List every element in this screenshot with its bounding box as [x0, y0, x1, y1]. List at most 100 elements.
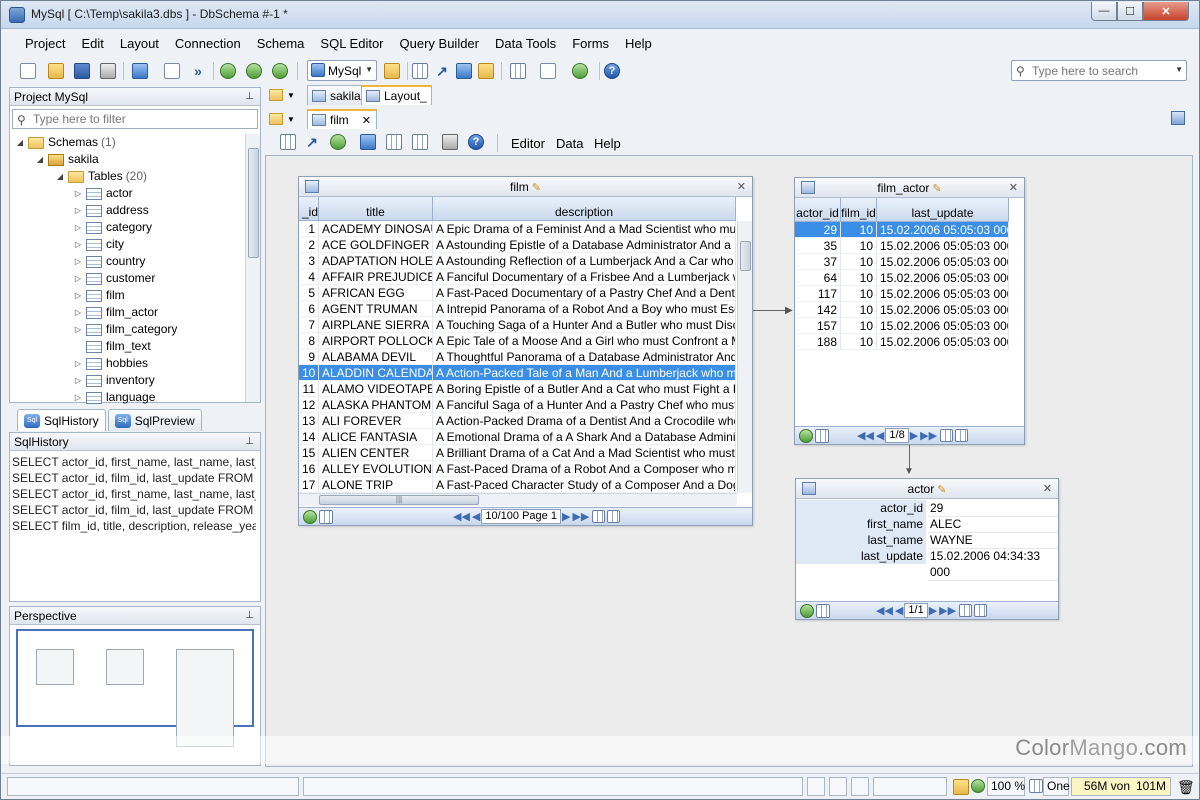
column-header-film-id[interactable]: film_id: [841, 198, 877, 222]
table-cell[interactable]: ALICE FANTASIA: [319, 429, 433, 445]
table-cell[interactable]: 117: [795, 286, 841, 302]
trash-icon[interactable]: 🗑: [1177, 779, 1195, 796]
film-grid-scrollbar[interactable]: [737, 221, 752, 493]
numbering-button[interactable]: [161, 60, 183, 82]
table-cell[interactable]: 14: [299, 429, 319, 445]
table-cell[interactable]: 8: [299, 333, 319, 349]
editor-table-button[interactable]: [277, 131, 299, 153]
first-page-icon[interactable]: ◀◀: [453, 510, 470, 523]
table-cell[interactable]: 10: [841, 334, 877, 350]
form-field-value[interactable]: 15.02.2006 04:34:33 000: [928, 548, 1058, 581]
forward-button[interactable]: »: [187, 60, 209, 82]
next-page-icon[interactable]: ▶: [562, 510, 570, 523]
table-cell[interactable]: AIRPORT POLLOCK: [319, 333, 433, 349]
expand-icon[interactable]: ▷: [72, 253, 84, 270]
table-cell[interactable]: A Astounding Epistle of a Database Admin…: [433, 237, 736, 253]
expand-icon[interactable]: ▷: [72, 185, 84, 202]
expand-icon[interactable]: ▷: [72, 355, 84, 372]
zoom-in-button[interactable]: [217, 60, 239, 82]
tree-table-item[interactable]: ▷ city: [72, 236, 124, 253]
table-row[interactable]: 16 ALLEY EVOLUTION A Fast-Paced Drama of a…: [299, 461, 736, 477]
table-cell[interactable]: 15.02.2006 05:05:03 000: [877, 270, 1009, 286]
table-cell[interactable]: 15.02.2006 05:05:03 000: [877, 222, 1009, 238]
table-row[interactable]: 117 10 15.02.2006 05:05:03 000: [795, 286, 1009, 302]
open-button[interactable]: [45, 60, 67, 82]
table-row[interactable]: 9 ALABAMA DEVIL A Thoughtful Panorama of a…: [299, 349, 736, 365]
tab-sqlpreview[interactable]: Sql SqlPreview: [107, 409, 202, 431]
table-cell[interactable]: A Epic Tale of a Moose And a Girl who mu…: [433, 333, 736, 349]
table-cell[interactable]: ALASKA PHANTOM: [319, 397, 433, 413]
global-search-input[interactable]: ⚲ Type here to search ▼: [1011, 60, 1187, 81]
table-cell[interactable]: AFRICAN EGG: [319, 285, 433, 301]
editor-add-button[interactable]: [383, 131, 405, 153]
tree-table-item[interactable]: ▷ inventory: [72, 372, 155, 389]
expand-icon[interactable]: ▷: [72, 372, 84, 389]
collapse-icon[interactable]: ◢: [14, 134, 26, 151]
close-window-icon[interactable]: ✕: [737, 177, 746, 197]
layout-button[interactable]: [507, 60, 529, 82]
first-page-icon[interactable]: ◀◀: [876, 604, 893, 617]
form-field-value[interactable]: 29: [928, 500, 1058, 517]
table-cell[interactable]: 10: [841, 302, 877, 318]
actor-window-header[interactable]: actor ✎ ✕: [796, 479, 1058, 499]
table-cell[interactable]: A Thoughtful Panorama of a Database Admi…: [433, 349, 736, 365]
menu-data-tools[interactable]: Data Tools: [487, 33, 564, 55]
connect-button[interactable]: [129, 60, 151, 82]
project-tree-scrollbar[interactable]: [245, 134, 260, 402]
tree-table-item[interactable]: ▷ address: [72, 202, 149, 219]
menu-forms[interactable]: Forms: [564, 33, 617, 55]
table-cell[interactable]: A Action-Packed Drama of a Dentist And a…: [433, 413, 736, 429]
menu-schema[interactable]: Schema: [249, 33, 313, 55]
menu-sql-editor[interactable]: SQL Editor: [312, 33, 391, 55]
editor-copy-button[interactable]: [357, 131, 379, 153]
table-cell[interactable]: 157: [795, 318, 841, 334]
close-window-icon[interactable]: ✕: [1043, 479, 1052, 499]
table-row[interactable]: 142 10 15.02.2006 05:05:03 000: [795, 302, 1009, 318]
table-cell[interactable]: A Fanciful Documentary of a Frisbee And …: [433, 269, 736, 285]
save-button[interactable]: [71, 60, 93, 82]
tree-table-item[interactable]: ▷ film_category: [72, 321, 177, 338]
table-cell[interactable]: 13: [299, 413, 319, 429]
table-cell[interactable]: ALADDIN CALENDAR: [319, 365, 433, 381]
table-cell[interactable]: A Brilliant Drama of a Cat And a Mad Sci…: [433, 445, 736, 461]
form-view-icon[interactable]: [319, 509, 333, 524]
expand-icon[interactable]: ▷: [72, 236, 84, 253]
form-view-icon[interactable]: [815, 428, 829, 443]
expand-icon[interactable]: ▷: [72, 321, 84, 338]
add-row-icon[interactable]: [940, 429, 954, 442]
add-row-icon[interactable]: [592, 510, 606, 523]
expand-icon[interactable]: ▷: [72, 304, 84, 321]
relation-button[interactable]: ↗: [431, 60, 453, 82]
table-cell[interactable]: A Touching Saga of a Hunter And a Butler…: [433, 317, 736, 333]
tree-table-item[interactable]: ▷ hobbies: [72, 355, 148, 372]
editor-refresh-button[interactable]: [327, 131, 349, 153]
history-line[interactable]: SELECT actor_id, first_name, last_name, …: [12, 486, 256, 502]
menu-connection[interactable]: Connection: [167, 33, 249, 55]
history-line[interactable]: SELECT actor_id, first_name, last_name, …: [12, 454, 256, 470]
table-row[interactable]: 7 AIRPLANE SIERRA A Touching Saga of a Hun…: [299, 317, 736, 333]
table-cell[interactable]: AFFAIR PREJUDICE: [319, 269, 433, 285]
table-cell[interactable]: 6: [299, 301, 319, 317]
table-cell[interactable]: 15.02.2006 05:05:03 000: [877, 334, 1009, 350]
table-cell[interactable]: 15.02.2006 05:05:03 000: [877, 254, 1009, 270]
table-cell[interactable]: 11: [299, 381, 319, 397]
table-cell[interactable]: 1: [299, 221, 319, 237]
layout-menu-button[interactable]: ▼: [265, 85, 299, 105]
tree-table-item[interactable]: ▷ country: [72, 253, 145, 270]
expand-icon[interactable]: ▷: [72, 287, 84, 304]
collapse-icon[interactable]: ◢: [34, 151, 46, 168]
table-cell[interactable]: 15.02.2006 05:05:03 000: [877, 318, 1009, 334]
table-row[interactable]: 5 AFRICAN EGG A Fast-Paced Documentary of …: [299, 285, 736, 301]
refresh-icon[interactable]: [799, 428, 813, 443]
table-row[interactable]: 14 ALICE FANTASIA A Emotional Drama of a A…: [299, 429, 736, 445]
table-cell[interactable]: 4: [299, 269, 319, 285]
tree-schemas[interactable]: ◢ Schemas (1): [14, 134, 116, 151]
zoom-out-button[interactable]: [243, 60, 265, 82]
tab-sakila[interactable]: sakila: [307, 85, 366, 105]
tree-schema-sakila[interactable]: ◢ sakila: [34, 151, 99, 168]
last-page-icon[interactable]: ▶▶: [572, 510, 589, 523]
table-row[interactable]: 1ACADEMY DINOSAURA Epic Drama of a Femin…: [299, 221, 736, 237]
last-page-icon[interactable]: ▶▶: [939, 604, 956, 617]
table-row[interactable]: 4 AFFAIR PREJUDICE A Fanciful Documentary …: [299, 269, 736, 285]
table-cell[interactable]: A Epic Drama of a Feminist And a Mad Sci…: [433, 221, 736, 237]
